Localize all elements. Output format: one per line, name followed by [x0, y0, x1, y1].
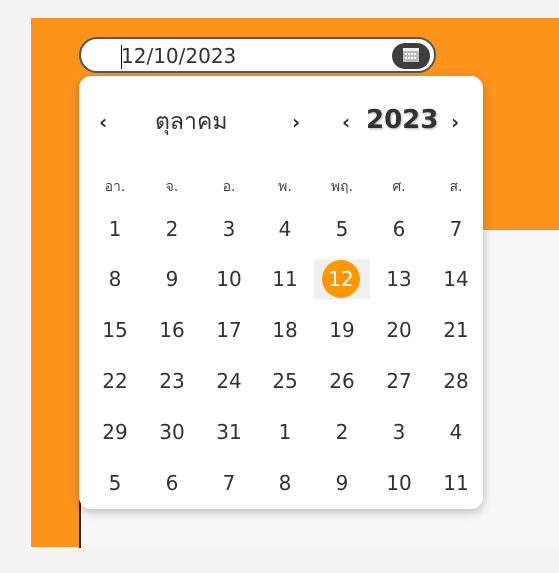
day-cell[interactable]: 23 — [144, 361, 200, 401]
weekday-header: อา. — [104, 179, 126, 195]
day-cell[interactable]: 6 — [371, 209, 427, 249]
calendar-icon — [403, 48, 419, 62]
day-cell[interactable]: 4 — [257, 209, 313, 249]
day-cell[interactable]: 9 — [314, 463, 370, 503]
day-cell[interactable]: 30 — [144, 412, 200, 452]
day-cell[interactable]: 5 — [314, 209, 370, 249]
day-cell[interactable]: 11 — [257, 259, 313, 299]
day-cell[interactable]: 17 — [201, 310, 257, 350]
month-label[interactable]: ตุลาคม — [155, 108, 228, 136]
day-cell[interactable]: 9 — [144, 259, 200, 299]
day-cell[interactable]: 29 — [87, 412, 143, 452]
day-cell[interactable]: 3 — [371, 412, 427, 452]
day-cell[interactable]: 31 — [201, 412, 257, 452]
day-cell[interactable]: 14 — [428, 259, 484, 299]
date-input[interactable]: 12/10/2023 — [79, 37, 436, 73]
day-cell[interactable]: 3 — [201, 209, 257, 249]
day-cell[interactable]: 8 — [257, 463, 313, 503]
day-cell[interactable]: 20 — [371, 310, 427, 350]
day-cell[interactable]: 25 — [257, 361, 313, 401]
day-cell[interactable]: 24 — [201, 361, 257, 401]
selected-day-label: 12 — [322, 260, 360, 298]
day-cell[interactable]: 1 — [257, 412, 313, 452]
day-cell[interactable]: 13 — [371, 259, 427, 299]
calendar-popup: ‹ ตุลาคม › ‹ 2023 › อา. จ. อ. พ. พฤ. ศ. ส. 123… — [79, 76, 483, 509]
day-cell[interactable]: 10 — [201, 259, 257, 299]
weekday-header: ศ. — [392, 179, 406, 195]
weekday-header: จ. — [165, 179, 179, 195]
selected-day[interactable]: 12 — [314, 259, 370, 299]
day-cell[interactable]: 15 — [87, 310, 143, 350]
day-cell[interactable]: 2 — [144, 209, 200, 249]
day-cell[interactable]: 16 — [144, 310, 200, 350]
day-cell[interactable]: 7 — [201, 463, 257, 503]
day-cell[interactable]: 26 — [314, 361, 370, 401]
year-label[interactable]: 2023 — [366, 106, 438, 134]
day-cell[interactable]: 8 — [87, 259, 143, 299]
date-value[interactable]: 12/10/2023 — [121, 45, 236, 67]
day-cell[interactable]: 6 — [144, 463, 200, 503]
day-cell[interactable]: 21 — [428, 310, 484, 350]
next-month-button[interactable]: › — [292, 108, 300, 136]
weekday-header: ส. — [449, 179, 463, 195]
day-cell[interactable]: 27 — [371, 361, 427, 401]
weekday-header: พ. — [278, 179, 292, 195]
day-cell[interactable]: 10 — [371, 463, 427, 503]
prev-month-button[interactable]: ‹ — [99, 108, 107, 136]
day-cell[interactable]: 1 — [87, 209, 143, 249]
prev-year-button[interactable]: ‹ — [342, 108, 350, 136]
day-cell[interactable]: 22 — [87, 361, 143, 401]
day-cell[interactable]: 4 — [428, 412, 484, 452]
day-cell[interactable]: 2 — [314, 412, 370, 452]
weekday-header: อ. — [222, 179, 236, 195]
next-year-button[interactable]: › — [451, 108, 459, 136]
weekday-header: พฤ. — [330, 179, 354, 195]
day-cell[interactable]: 18 — [257, 310, 313, 350]
calendar-button[interactable] — [392, 43, 430, 69]
day-cell[interactable]: 19 — [314, 310, 370, 350]
day-cell[interactable]: 11 — [428, 463, 484, 503]
text-caret — [121, 45, 122, 69]
day-cell[interactable]: 7 — [428, 209, 484, 249]
day-cell[interactable]: 28 — [428, 361, 484, 401]
day-cell[interactable]: 5 — [87, 463, 143, 503]
